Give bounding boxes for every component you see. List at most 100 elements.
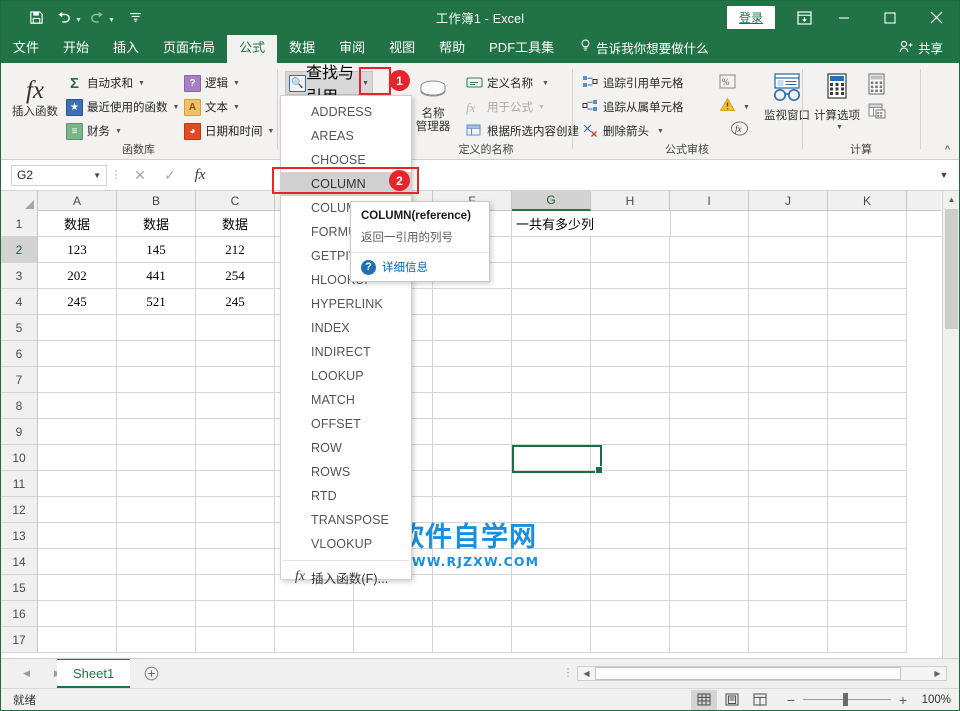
cell-G11[interactable] <box>512 471 591 497</box>
row-header-12[interactable]: 12 <box>1 497 37 523</box>
cell-J17[interactable] <box>749 627 828 653</box>
cell-F17[interactable] <box>433 627 512 653</box>
cell-H14[interactable] <box>591 549 670 575</box>
cell-A3[interactable]: 202 <box>38 263 117 289</box>
cell-C7[interactable] <box>196 367 275 393</box>
cell-B2[interactable]: 145 <box>117 237 196 263</box>
tab-file[interactable]: 文件 <box>1 35 51 63</box>
cell-B5[interactable] <box>117 315 196 341</box>
cell-I17[interactable] <box>670 627 749 653</box>
cancel-x-icon[interactable]: ✕ <box>125 164 155 186</box>
row-header-4[interactable]: 4 <box>1 289 37 315</box>
tab-insert[interactable]: 插入 <box>101 35 151 63</box>
cell-F6[interactable] <box>433 341 512 367</box>
cell-H6[interactable] <box>591 341 670 367</box>
cell-I13[interactable] <box>670 523 749 549</box>
cell-H1[interactable] <box>670 211 749 237</box>
cell-G5[interactable] <box>512 315 591 341</box>
cell-I1[interactable] <box>749 211 828 237</box>
cell-G7[interactable] <box>512 367 591 393</box>
cell-J8[interactable] <box>749 393 828 419</box>
horizontal-scrollbar-thumb[interactable] <box>595 667 901 680</box>
cell-G3[interactable] <box>512 263 591 289</box>
page-break-preview-icon[interactable] <box>747 690 773 710</box>
cell-G4[interactable] <box>512 289 591 315</box>
tab-view[interactable]: 视图 <box>377 35 427 63</box>
trace-dependents-button[interactable]: 追踪从属单元格 <box>579 95 717 119</box>
calculate-now-icon[interactable] <box>867 73 886 99</box>
cell-F10[interactable] <box>433 445 512 471</box>
cell-I5[interactable] <box>670 315 749 341</box>
cell-J4[interactable] <box>749 289 828 315</box>
menu-item-lookup[interactable]: LOOKUP <box>281 364 411 388</box>
cell-F12[interactable] <box>433 497 512 523</box>
sign-in-button[interactable]: 登录 <box>726 6 775 29</box>
recent-functions-button[interactable]: ★ 最近使用的函数 ▼ <box>63 95 179 119</box>
calculation-options-button[interactable]: 计算选项 ▼ <box>809 67 865 131</box>
redo-icon[interactable] <box>84 6 110 30</box>
cell-K4[interactable] <box>828 289 907 315</box>
cell-C14[interactable] <box>196 549 275 575</box>
cell-I3[interactable] <box>670 263 749 289</box>
row-header-2[interactable]: 2 <box>1 237 37 263</box>
menu-item-index[interactable]: INDEX <box>281 316 411 340</box>
cell-C13[interactable] <box>196 523 275 549</box>
logical-button[interactable]: ? 逻辑 ▼ <box>181 71 281 95</box>
undo-dropdown-caret-icon[interactable]: ▼ <box>75 17 82 24</box>
scrollbar-resize-handle[interactable]: ⋮ <box>559 668 577 679</box>
row-header-3[interactable]: 3 <box>1 263 37 289</box>
cell-G12[interactable] <box>512 497 591 523</box>
cell-E17[interactable] <box>354 627 433 653</box>
cell-A4[interactable]: 245 <box>38 289 117 315</box>
cell-K9[interactable] <box>828 419 907 445</box>
date-time-button[interactable]: ◕ 日期和时间 ▼ <box>181 119 281 143</box>
cell-C6[interactable] <box>196 341 275 367</box>
insert-function-button[interactable]: fx 插入函数 <box>7 71 63 119</box>
vertical-scrollbar[interactable]: ▲ <box>942 191 959 658</box>
normal-view-icon[interactable] <box>691 689 717 710</box>
menu-item-rows[interactable]: ROWS <box>281 460 411 484</box>
cell-K2[interactable] <box>828 237 907 263</box>
cell-B7[interactable] <box>117 367 196 393</box>
cell-F13[interactable] <box>433 523 512 549</box>
cell-J11[interactable] <box>749 471 828 497</box>
cell-A17[interactable] <box>38 627 117 653</box>
cell-B6[interactable] <box>117 341 196 367</box>
calculate-sheet-icon[interactable] <box>867 103 887 125</box>
cell-C1[interactable]: 数据 <box>196 211 275 237</box>
cell-B12[interactable] <box>117 497 196 523</box>
cell-G13[interactable] <box>512 523 591 549</box>
cell-I9[interactable] <box>670 419 749 445</box>
cell-F14[interactable] <box>433 549 512 575</box>
cell-G9[interactable] <box>512 419 591 445</box>
cell-B11[interactable] <box>117 471 196 497</box>
select-all-corner[interactable] <box>1 191 38 211</box>
row-header-14[interactable]: 14 <box>1 549 37 575</box>
row-header-10[interactable]: 10 <box>1 445 37 471</box>
cell-K16[interactable] <box>828 601 907 627</box>
cell-J6[interactable] <box>749 341 828 367</box>
column-header-j[interactable]: J <box>749 191 828 211</box>
cell-F8[interactable] <box>433 393 512 419</box>
menu-item-areas[interactable]: AREAS <box>281 124 411 148</box>
cell-A12[interactable] <box>38 497 117 523</box>
row-header-6[interactable]: 6 <box>1 341 37 367</box>
cell-A2[interactable]: 123 <box>38 237 117 263</box>
chevron-down-icon[interactable]: ▼ <box>233 104 240 111</box>
cell-H17[interactable] <box>591 627 670 653</box>
cell-I11[interactable] <box>670 471 749 497</box>
cell-K7[interactable] <box>828 367 907 393</box>
cell-B1[interactable]: 数据 <box>117 211 196 237</box>
show-formulas-icon[interactable]: % <box>719 74 736 94</box>
trace-precedents-button[interactable]: 追踪引用单元格 <box>579 71 717 95</box>
horizontal-scrollbar-track[interactable]: ◀ ▶ <box>577 666 947 681</box>
row-header-17[interactable]: 17 <box>1 627 37 653</box>
tab-page-layout[interactable]: 页面布局 <box>151 35 227 63</box>
cell-H11[interactable] <box>591 471 670 497</box>
column-header-i[interactable]: I <box>670 191 749 211</box>
row-header-5[interactable]: 5 <box>1 315 37 341</box>
cell-A16[interactable] <box>38 601 117 627</box>
row-header-13[interactable]: 13 <box>1 523 37 549</box>
cell-B13[interactable] <box>117 523 196 549</box>
close-icon[interactable] <box>913 1 959 34</box>
